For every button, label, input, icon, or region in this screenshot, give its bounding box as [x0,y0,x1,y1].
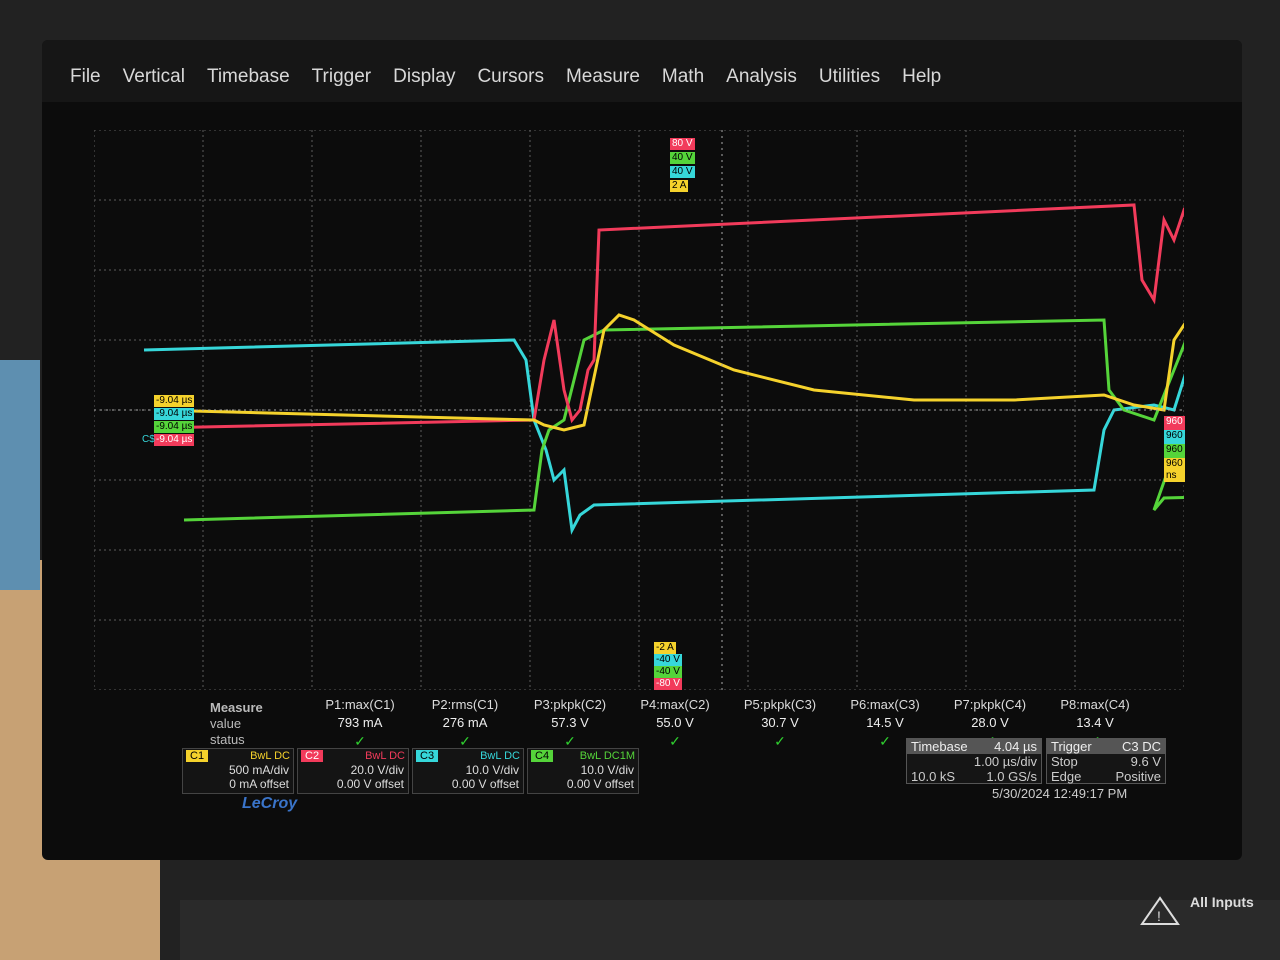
menu-timebase[interactable]: Timebase [207,66,290,102]
top-marker-c3: 40 V [670,166,695,178]
measure-p3[interactable]: P3:pkpk(C2) 57.3 V ✓ [520,696,620,750]
measure-p4[interactable]: P4:max(C2) 55.0 V ✓ [625,696,725,750]
left-marker-c2: -9.04 µs [154,434,195,446]
trigger-box[interactable]: Trigger C3 DC Stop 9.6 V Edge Positive [1046,738,1166,784]
param-name: P5:pkpk(C3) [743,697,817,712]
channel-offset: 0 mA offset [229,777,289,791]
channel-tag: C2 [301,750,324,762]
param-value: 30.7 V [761,715,799,730]
param-name: P2:rms(C1) [431,697,499,712]
channel-c4-box[interactable]: C4 BwL DC1M 10.0 V/div 0.00 V offset [527,748,639,794]
channel-c2-box[interactable]: C2 BwL DC 20.0 V/div 0.00 V offset [297,748,409,794]
menu-measure[interactable]: Measure [566,66,640,102]
menu-utilities[interactable]: Utilities [819,66,880,102]
bottom-marker-c1: -2 A [654,642,676,654]
timebase-box[interactable]: Timebase 4.04 µs 1.00 µs/div 10.0 kS 1.0 G… [906,738,1042,784]
channel-tag: C4 [531,750,554,762]
trigger-level: 9.6 V [1130,754,1161,769]
channel-offset: 0.00 V offset [566,777,634,791]
channel-mode: BwL DC [365,750,405,762]
channel-offset: 0.00 V offset [336,777,404,791]
menu-file[interactable]: File [70,66,101,102]
trigger-type: Edge [1051,769,1082,784]
background-area [0,360,40,590]
menu-analysis[interactable]: Analysis [726,66,797,102]
all-inputs-label: All Inputs [1190,894,1254,910]
channel-scale: 10.0 V/div [580,763,634,777]
param-value: 276 mA [442,715,488,730]
left-marker-c1: -9.04 µs [154,395,195,407]
channel-scale: 500 mA/div [228,763,289,777]
channel-offset: 0.00 V offset [451,777,519,791]
waveform-display [94,130,1184,690]
measure-row-labels: Measure value status [210,700,263,748]
measure-p5[interactable]: P5:pkpk(C3) 30.7 V ✓ [730,696,830,750]
timebase-samples: 10.0 kS [911,769,956,784]
menu-cursors[interactable]: Cursors [477,66,544,102]
param-name: P7:pkpk(C4) [953,697,1027,712]
trigger-label: Trigger [1051,739,1092,754]
right-marker-c1: 960 ns [1164,458,1185,482]
param-name: P8:max(C4) [1060,697,1130,712]
param-value: 793 mA [337,715,383,730]
left-marker-c3: -9.04 µs [154,408,195,420]
trigger-mode: Stop [1051,754,1078,769]
left-label: C$ [142,434,155,445]
measure-title: Measure [210,700,263,715]
measure-p1[interactable]: P1:max(C1) 793 mA ✓ [310,696,410,750]
measure-value-label: value [210,716,242,731]
channel-c3-box[interactable]: C3 BwL DC 10.0 V/div 0.00 V offset [412,748,524,794]
warning-icon: ! [1140,896,1180,925]
timebase-label: Timebase [911,739,968,754]
measure-p2[interactable]: P2:rms(C1) 276 mA ✓ [415,696,515,750]
channel-scale: 20.0 V/div [350,763,404,777]
channel-c1-box[interactable]: C1 BwL DC 500 mA/div 0 mA offset [182,748,294,794]
svg-text:!: ! [1157,908,1161,924]
param-name: P3:pkpk(C2) [533,697,607,712]
trace-c3 [143,338,1184,535]
menu-bar: File Vertical Timebase Trigger Display C… [42,40,1242,102]
param-value: 55.0 V [656,715,694,730]
measure-status-label: status [210,732,245,747]
timebase-per-div: 1.00 µs/div [973,754,1037,769]
menu-vertical[interactable]: Vertical [123,66,185,102]
channel-mode: BwL DC1M [579,750,635,762]
param-value: 13.4 V [1076,715,1114,730]
channel-mode: BwL DC [250,750,290,762]
trigger-channel: C3 [1121,739,1139,754]
bottom-marker-c2: -80 V [654,678,682,690]
timebase-delay: 4.04 µs [994,739,1037,754]
trigger-coupling: DC [1142,739,1161,754]
menu-display[interactable]: Display [393,66,455,102]
timebase-rate: 1.0 GS/s [986,769,1037,784]
trigger-slope: Positive [1115,769,1161,784]
left-marker-c4: -9.04 µs [154,421,195,433]
bottom-marker-c4: -40 V [654,666,682,678]
scope-screen: File Vertical Timebase Trigger Display C… [42,40,1242,860]
front-panel [180,900,1280,960]
channel-mode: BwL DC [480,750,520,762]
lecroy-logo: LeCroy [242,795,298,812]
top-marker-c1: 2 A [670,180,689,192]
channel-tag: C3 [416,750,439,762]
status-check-icon: ✓ [669,733,681,749]
channel-tag: C1 [186,750,209,762]
menu-math[interactable]: Math [662,66,704,102]
acquisition-datetime: 5/30/2024 12:49:17 PM [992,786,1128,801]
param-name: P1:max(C1) [325,697,395,712]
status-check-icon: ✓ [774,733,786,749]
menu-trigger[interactable]: Trigger [312,66,371,102]
top-marker-c4: 40 V [670,152,695,164]
param-value: 14.5 V [866,715,904,730]
menu-help[interactable]: Help [902,66,941,102]
param-value: 57.3 V [551,715,589,730]
param-name: P4:max(C2) [640,697,710,712]
param-name: P6:max(C3) [850,697,920,712]
channel-scale: 10.0 V/div [465,763,519,777]
param-value: 28.0 V [971,715,1009,730]
trace-c2 [153,203,1184,430]
waveform-grid[interactable]: 80 V 40 V 40 V 2 A -2 A -40 V -40 V -80 … [94,130,1185,690]
top-marker-c2: 80 V [670,138,695,150]
bottom-marker-c3: -40 V [654,654,682,666]
